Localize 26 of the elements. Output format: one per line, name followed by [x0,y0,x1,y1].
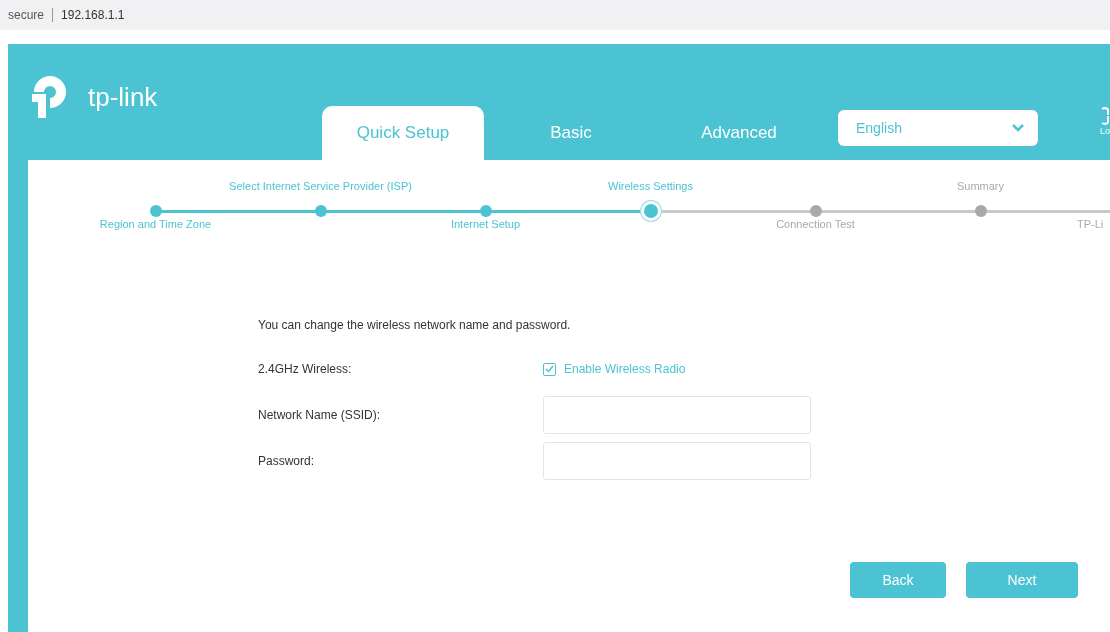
logout-icon [1100,106,1110,126]
url-text[interactable]: 192.168.1.1 [61,8,125,22]
step-label: TP-Li [1077,218,1104,232]
security-label: secure [8,8,45,22]
nav-button[interactable]: Next [966,562,1078,598]
nav-tab[interactable]: Basic [490,106,652,160]
nav-tab[interactable]: Quick Setup [322,106,484,160]
step-label: Region and Time Zone [99,218,212,232]
logo-text: tp-link [88,81,158,113]
step-label: Wireless Settings [608,180,693,194]
field-label: Network Name (SSID): [258,408,382,422]
step-label: Connection Test [776,218,855,232]
field-label: 2.4GHz Wireless: [258,362,353,376]
step-label: Summary [956,180,1005,194]
logout-button[interactable]: Lo [1094,106,1110,136]
intro-text: You can change the wireless network name and password. [258,318,572,332]
input-field[interactable] [543,396,811,434]
nav-tab[interactable]: Advanced [658,106,820,160]
field-label: Password: [258,454,316,468]
nav-button[interactable]: Back [850,562,946,598]
input-field[interactable] [543,442,811,480]
chevron-icon [1012,124,1024,132]
enable-radio-checkbox[interactable]: Enable Wireless Radio [543,362,686,376]
step-label: Internet Setup [450,218,521,232]
language-select[interactable]: English [838,110,1038,146]
step-label: Select Internet Service Provider (ISP) [229,180,412,194]
